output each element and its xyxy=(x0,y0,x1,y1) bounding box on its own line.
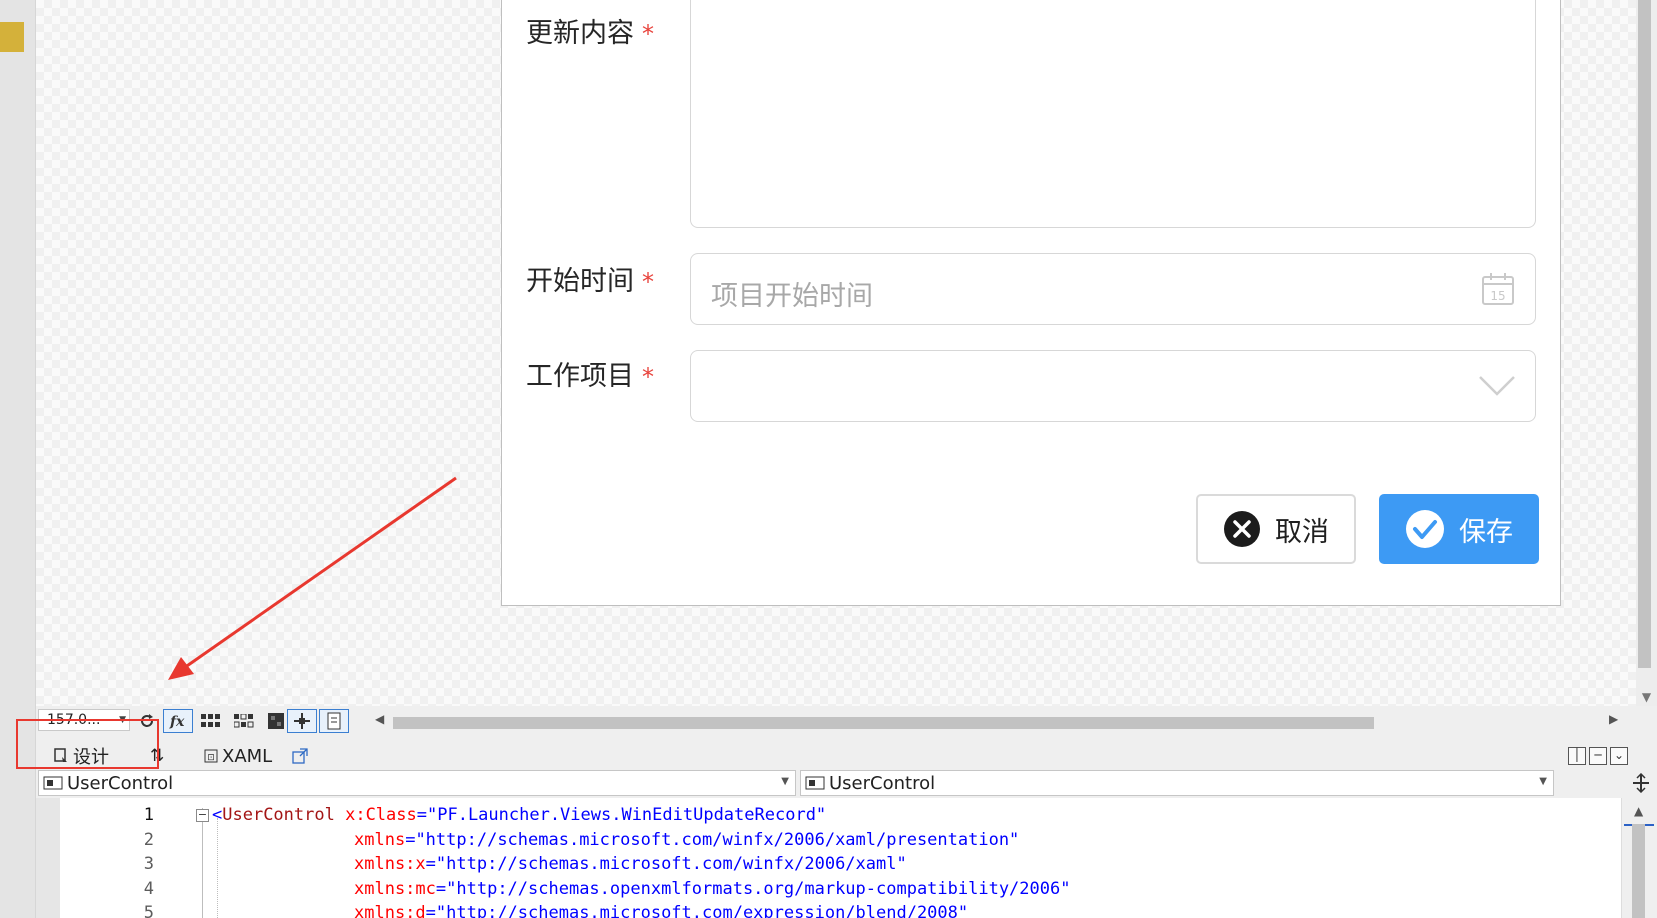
popout-icon[interactable] xyxy=(292,744,308,768)
collapse-pane-icon[interactable]: ⌄ xyxy=(1610,747,1628,765)
add-split-icon[interactable] xyxy=(1632,772,1650,797)
member-combobox[interactable]: UserControl ▼ xyxy=(800,770,1554,796)
line-number: 4 xyxy=(143,879,154,899)
dropdown-arrow-icon[interactable]: ▼ xyxy=(781,776,789,787)
xaml-icon: ⊡ xyxy=(204,749,218,763)
edit-update-record-dialog: 更新内容 * 开始时间 * 项目开始时间 15 工作项目 * 取消 保存 xyxy=(501,0,1561,606)
line-number: 3 xyxy=(143,854,154,874)
snap-grid-icon[interactable] xyxy=(229,709,259,733)
scroll-down-arrow-icon[interactable]: ▼ xyxy=(1636,688,1657,706)
usercontrol-icon xyxy=(805,776,825,790)
save-button[interactable]: 保存 xyxy=(1379,494,1539,564)
fx-icon[interactable]: fx xyxy=(163,709,193,733)
code-value: "http://schemas.microsoft.com/winfx/2006… xyxy=(435,854,907,874)
tab-xaml[interactable]: ⊡ XAML xyxy=(204,744,272,768)
scroll-up-arrow-icon[interactable]: ▲ xyxy=(1634,804,1643,818)
code-line: <UserControl x:Class="PF.Launcher.Views.… xyxy=(212,805,827,825)
indent-guide xyxy=(217,818,218,918)
dropdown-arrow-icon[interactable]: ▼ xyxy=(1539,776,1547,787)
gutter-marker xyxy=(0,22,24,52)
page-icon[interactable] xyxy=(319,709,349,733)
code-attr: xmlns xyxy=(354,830,406,850)
visual-studio-window: ▼ 更新内容 * 开始时间 * 项目开始时间 15 工作项目 * 取消 保存 1… xyxy=(0,0,1657,918)
split-horizontal-icon[interactable]: ─ xyxy=(1589,747,1607,765)
member-combo-row: UserControl ▼ UserControl ▼ xyxy=(36,768,1657,798)
split-vertical-icon[interactable]: │ xyxy=(1568,747,1586,765)
required-mark: * xyxy=(642,268,654,296)
chevron-down-icon[interactable] xyxy=(1477,373,1517,403)
line-number: 5 xyxy=(143,903,154,918)
save-button-label: 保存 xyxy=(1459,516,1513,548)
check-circle-icon xyxy=(1405,509,1445,549)
xaml-code-editor[interactable]: 1 2 3 4 5 − <UserControl x:Class="PF.Lau… xyxy=(36,798,1657,918)
fold-guide xyxy=(202,808,203,918)
view-tab-row: 设计 ⇅ ⊡ XAML │ ─ ⌄ xyxy=(36,744,1657,768)
required-mark: * xyxy=(642,363,654,391)
designer-toolbar: 157.0... ▼ fx ◀ ▶ xyxy=(36,706,1657,744)
type-combobox[interactable]: UserControl ▼ xyxy=(38,770,796,796)
line-number: 2 xyxy=(143,830,154,850)
left-gutter xyxy=(0,0,36,918)
editor-margin xyxy=(36,798,60,918)
start-time-label: 开始时间 * xyxy=(526,259,654,298)
cancel-button[interactable]: 取消 xyxy=(1196,494,1356,564)
svg-text:fx: fx xyxy=(169,714,185,729)
start-time-label-text: 开始时间 xyxy=(526,266,634,297)
work-item-label: 工作项目 * xyxy=(526,354,654,393)
code-line: xmlns:x="http://schemas.microsoft.com/wi… xyxy=(354,854,907,874)
code-value: "http://schemas.openxmlformats.org/marku… xyxy=(446,879,1071,899)
cancel-button-label: 取消 xyxy=(1275,516,1329,548)
editor-vertical-scrollbar[interactable]: ▲ xyxy=(1621,798,1657,918)
calendar-day-text: 15 xyxy=(1490,289,1505,303)
code-tag: UserControl xyxy=(222,805,335,825)
work-item-label-text: 工作项目 xyxy=(526,361,634,392)
code-value: "http://schemas.microsoft.com/expression… xyxy=(435,903,969,918)
svg-text:⊡: ⊡ xyxy=(207,753,215,763)
start-time-placeholder: 项目开始时间 xyxy=(711,281,873,312)
collapse-icon[interactable]: − xyxy=(196,809,209,822)
editor-scroll-thumb[interactable] xyxy=(1632,824,1645,918)
member-combobox-value: UserControl xyxy=(829,772,936,794)
calendar-icon[interactable]: 15 xyxy=(1481,272,1515,310)
code-attr: xmlns:mc xyxy=(354,879,436,899)
line-number-column: 1 2 3 4 5 xyxy=(60,798,160,918)
work-item-combobox[interactable] xyxy=(690,350,1536,422)
code-attr: xmlns:d xyxy=(354,903,426,918)
scroll-left-arrow-icon[interactable]: ◀ xyxy=(375,712,384,726)
code-value: "PF.Launcher.Views.WinEditUpdateRecord" xyxy=(427,805,827,825)
annotation-highlight-box xyxy=(16,719,159,769)
start-time-date-picker[interactable]: 项目开始时间 15 xyxy=(690,253,1536,325)
update-content-label-text: 更新内容 xyxy=(526,18,634,49)
snap-lines-icon[interactable] xyxy=(287,709,317,733)
design-vertical-scroll-thumb[interactable] xyxy=(1638,0,1651,668)
type-combobox-value: UserControl xyxy=(67,772,174,794)
code-value: "http://schemas.microsoft.com/winfx/2006… xyxy=(415,830,1020,850)
code-line: xmlns="http://schemas.microsoft.com/winf… xyxy=(354,830,1020,850)
grid-icon[interactable] xyxy=(196,709,226,733)
update-content-textarea[interactable] xyxy=(690,0,1536,228)
code-attr: xmlns:x xyxy=(354,854,426,874)
code-line: xmlns:mc="http://schemas.openxmlformats.… xyxy=(354,879,1071,899)
design-horizontal-scroll-thumb[interactable] xyxy=(393,717,1374,729)
update-content-label: 更新内容 * xyxy=(526,11,654,50)
required-mark: * xyxy=(642,20,654,48)
usercontrol-icon xyxy=(43,776,63,790)
line-number: 1 xyxy=(143,805,154,825)
scroll-right-arrow-icon[interactable]: ▶ xyxy=(1609,712,1618,726)
code-attr: x:Class xyxy=(345,805,417,825)
close-circle-icon xyxy=(1223,510,1261,548)
tab-xaml-label: XAML xyxy=(222,745,273,767)
code-line: xmlns:d="http://schemas.microsoft.com/ex… xyxy=(354,903,968,918)
